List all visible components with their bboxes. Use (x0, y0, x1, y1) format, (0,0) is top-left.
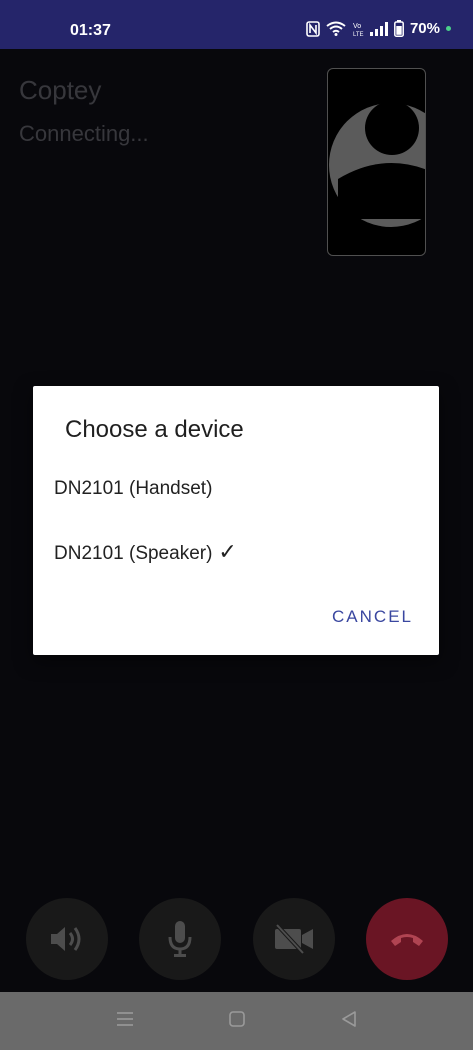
battery-icon (394, 20, 404, 37)
device-option-label: DN2101 (Handset) (54, 478, 213, 499)
menu-icon (117, 1012, 133, 1026)
device-option-handset[interactable]: DN2101 (Handset) (54, 478, 212, 500)
speaker-icon (51, 927, 81, 951)
hang-up-icon (391, 934, 423, 946)
volte-label-top: Vo (353, 23, 361, 30)
video-off-icon (275, 923, 313, 955)
dialog-title: Choose a device (65, 416, 244, 443)
status-bar: 01:37 Vo LTE 70% (0, 0, 473, 49)
signal-icon (369, 21, 388, 36)
cancel-button[interactable]: CANCEL (332, 607, 413, 627)
check-icon: ✓ (218, 539, 237, 564)
microphone-icon (168, 921, 192, 957)
status-time: 01:37 (70, 22, 111, 39)
volte-icon: Vo LTE (352, 21, 364, 37)
device-option-speaker[interactable]: DN2101 (Speaker) ✓ (54, 539, 237, 565)
notification-dot (446, 26, 451, 31)
home-button[interactable] (228, 1010, 246, 1033)
microphone-button[interactable] (139, 898, 221, 980)
back-icon (342, 1011, 356, 1027)
device-option-label: DN2101 (Speaker) (54, 543, 213, 564)
recent-apps-button[interactable] (116, 1010, 134, 1033)
speaker-button[interactable] (26, 898, 108, 980)
navigation-bar (0, 992, 473, 1050)
choose-device-dialog: Choose a device DN2101 (Handset) DN2101 … (33, 386, 439, 655)
wifi-icon (326, 21, 346, 36)
battery-percent: 70% (409, 20, 440, 37)
hang-up-button[interactable] (366, 898, 448, 980)
home-icon (229, 1011, 245, 1027)
video-toggle-button[interactable] (253, 898, 335, 980)
nfc-icon (306, 20, 320, 37)
back-button[interactable] (340, 1010, 358, 1033)
status-icons: Vo LTE 70% (306, 20, 451, 37)
volte-label-bottom: LTE (353, 32, 364, 37)
call-controls (0, 898, 473, 982)
